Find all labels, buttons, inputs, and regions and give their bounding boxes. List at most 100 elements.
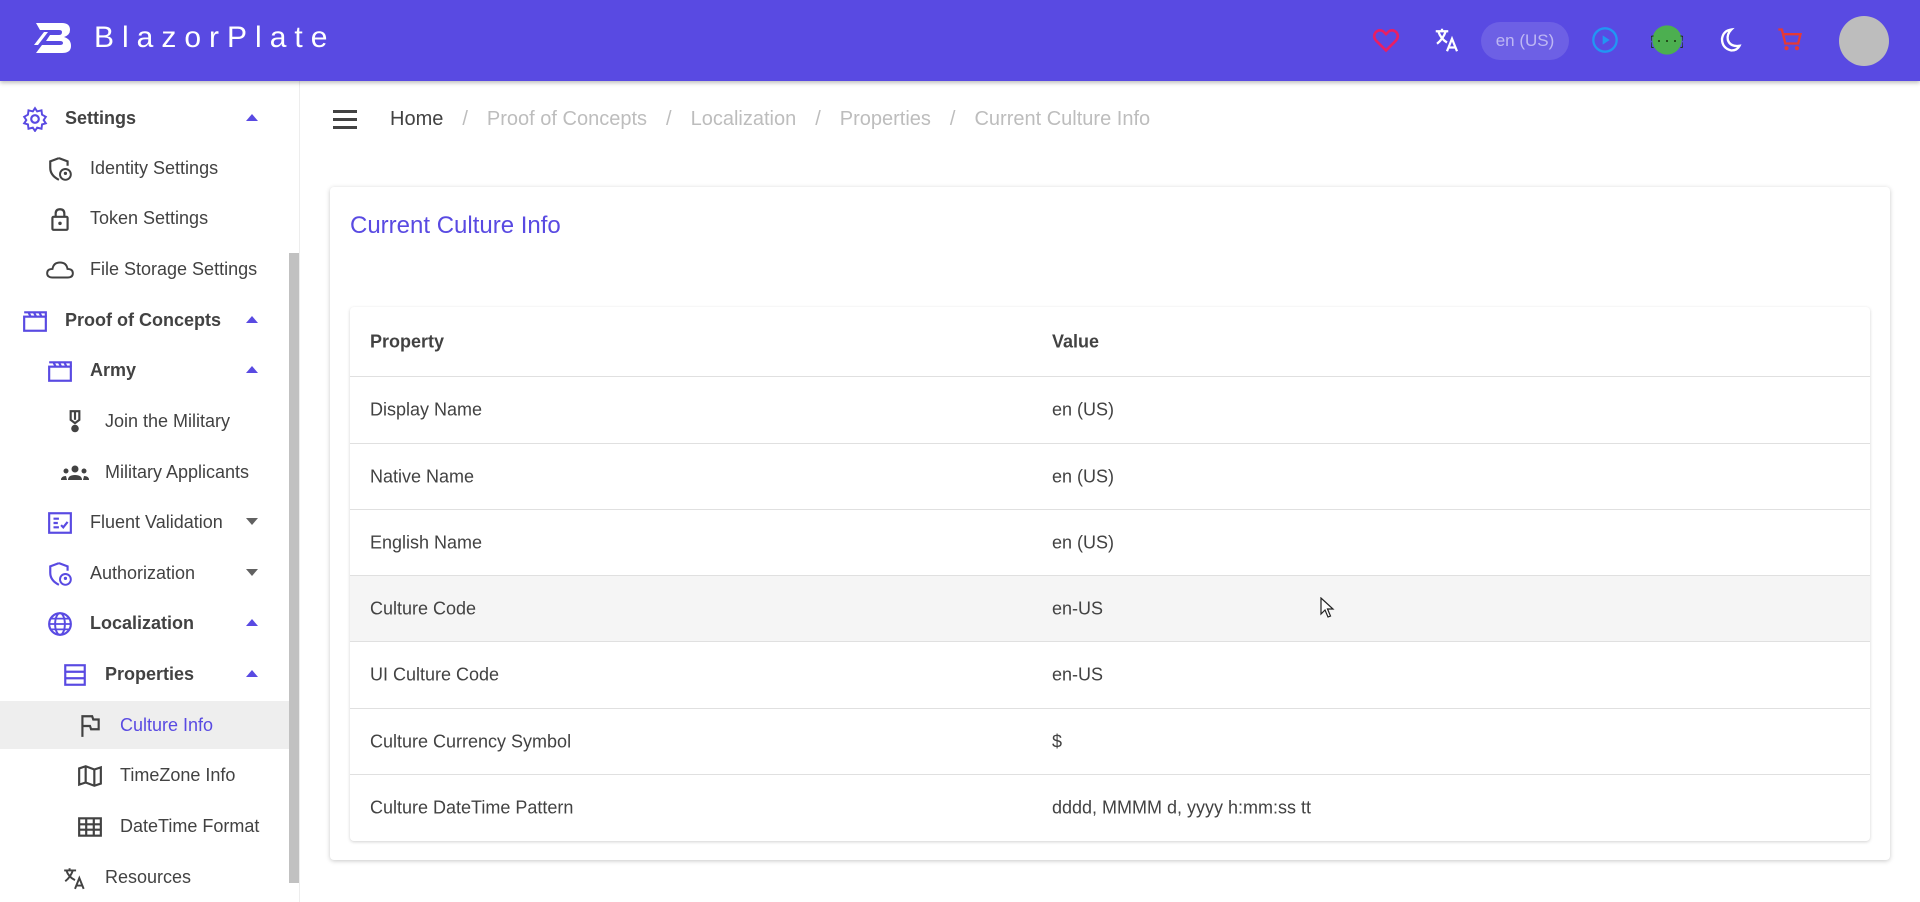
sidebar-scrollbar[interactable]: [289, 253, 299, 883]
breadcrumb-localization: Localization: [690, 108, 797, 130]
property-cell: UI Culture Code: [370, 664, 500, 685]
sidebar-item-authorization[interactable]: Authorization: [0, 549, 289, 597]
chevron-up-icon: [246, 114, 258, 121]
play-icon[interactable]: [1585, 20, 1625, 60]
lock-icon: [51, 208, 69, 231]
table-row[interactable]: English Name en (US): [350, 510, 1870, 576]
sidebar-item-proof-of-concepts[interactable]: Proof of Concepts: [0, 296, 289, 344]
table-header-row: Property Value: [350, 307, 1870, 377]
sidebar-item-label: Authorization: [90, 563, 196, 583]
gear-icon: [22, 106, 48, 132]
sidebar-item-label: Resources: [105, 867, 192, 887]
column-header-property: Property: [370, 331, 445, 351]
sidebar-item-label: Token Settings: [90, 208, 209, 228]
table-row[interactable]: Culture DateTime Pattern dddd, MMMM d, y…: [350, 775, 1870, 841]
culture-chip[interactable]: en (US): [1481, 22, 1569, 60]
sidebar-item-datetime-format[interactable]: DateTime Format: [0, 802, 289, 850]
avatar[interactable]: [1839, 16, 1889, 66]
sidebar: Settings Identity Settings Token Setting…: [0, 81, 300, 902]
culture-info-card: Current Culture Info Property Value Disp…: [330, 187, 1890, 860]
mouse-cursor-icon: [1320, 597, 1335, 618]
sidebar-item-label: Army: [90, 360, 137, 380]
sidebar-item-military-applicants[interactable]: Military Applicants: [0, 448, 289, 496]
table-row[interactable]: Culture Code en-US: [350, 576, 1870, 642]
map-icon: [78, 765, 102, 787]
translate-icon: [64, 868, 85, 890]
groups-icon: [61, 465, 89, 480]
card-title: Current Culture Info: [350, 212, 561, 239]
property-cell: Culture Code: [370, 598, 477, 618]
shield-person-icon: [49, 562, 72, 586]
clapper-icon: [48, 361, 72, 382]
breadcrumb-current: Current Culture Info: [974, 108, 1151, 130]
sidebar-item-settings[interactable]: Settings: [0, 94, 289, 142]
sidebar-item-label: Proof of Concepts: [65, 310, 221, 330]
brand-logo-icon[interactable]: [30, 15, 74, 59]
sidebar-item-label: Identity Settings: [90, 158, 219, 178]
brand-title: BlazorPlate: [94, 21, 336, 54]
culture-info-table: Property Value Display Name en (US) Nati…: [350, 307, 1870, 841]
sidebar-item-label: Fluent Validation: [90, 512, 223, 532]
sidebar-item-label: DateTime Format: [120, 816, 260, 836]
menu-icon[interactable]: [333, 110, 357, 130]
sidebar-item-properties[interactable]: Properties: [0, 650, 289, 698]
chevron-down-icon: [246, 518, 258, 525]
sidebar-item-file-storage-settings[interactable]: File Storage Settings: [0, 245, 289, 293]
app-bar: BlazorPlate en (US) {···}: [0, 0, 1920, 81]
flag-icon: [81, 715, 100, 737]
sidebar-item-resources[interactable]: Resources: [0, 853, 289, 901]
sidebar-item-label: TimeZone Info: [120, 765, 236, 785]
sidebar-item-localization[interactable]: Localization: [0, 599, 289, 647]
table-row[interactable]: Display Name en (US): [350, 377, 1870, 444]
sidebar-item-label: Military Applicants: [105, 462, 250, 482]
api-icon[interactable]: {···}: [1647, 20, 1687, 60]
sidebar-item-token-settings[interactable]: Token Settings: [0, 194, 289, 242]
sidebar-item-label: File Storage Settings: [90, 259, 258, 279]
table-row[interactable]: UI Culture Code en-US: [350, 642, 1870, 709]
translate-icon[interactable]: [1427, 20, 1467, 60]
chevron-down-icon: [246, 569, 258, 576]
sidebar-item-label: Localization: [90, 613, 195, 633]
table-row[interactable]: Culture Currency Symbol $: [350, 709, 1870, 775]
svg-text:{···}: {···}: [1651, 34, 1683, 49]
heart-icon[interactable]: [1366, 20, 1406, 60]
checklist-icon: [48, 512, 72, 534]
sidebar-item-fluent-validation[interactable]: Fluent Validation: [0, 498, 289, 546]
value-cell: en (US): [1052, 399, 1115, 420]
value-cell: en-US: [1052, 664, 1104, 685]
breadcrumb: Home / Proof of Concepts / Localization …: [390, 108, 1150, 131]
shield-person-icon: [49, 157, 72, 181]
clapper-icon: [23, 311, 47, 332]
sidebar-item-army[interactable]: Army: [0, 346, 289, 394]
sidebar-item-label: Join the Military: [105, 411, 231, 431]
sidebar-item-label: Properties: [105, 664, 195, 684]
sidebar-item-culture-info[interactable]: Culture Info: [0, 701, 289, 749]
breadcrumb-home[interactable]: Home: [390, 108, 443, 131]
value-cell: en-US: [1052, 598, 1104, 618]
column-header-value: Value: [1052, 331, 1100, 351]
value-cell: en (US): [1052, 466, 1115, 486]
value-cell: dddd, MMMM d, yyyy h:mm:ss tt: [1052, 797, 1312, 818]
breadcrumb-separator: /: [666, 108, 672, 130]
table-row[interactable]: Native Name en (US): [350, 444, 1870, 510]
sidebar-item-label: Settings: [65, 108, 137, 128]
grid-icon: [78, 817, 102, 837]
breadcrumb-proof-of-concepts: Proof of Concepts: [486, 108, 648, 130]
globe-icon: [48, 612, 72, 636]
value-cell: $: [1052, 731, 1063, 751]
sidebar-item-timezone-info[interactable]: TimeZone Info: [0, 751, 289, 799]
cloud-icon: [46, 261, 74, 279]
sidebar-item-join-the-military[interactable]: Join the Military: [0, 397, 289, 445]
breadcrumb-separator: /: [462, 108, 468, 130]
property-cell: English Name: [370, 532, 483, 552]
cart-icon[interactable]: [1770, 20, 1810, 60]
chevron-up-icon: [246, 670, 258, 677]
property-cell: Native Name: [370, 466, 475, 486]
property-cell: Display Name: [370, 399, 483, 420]
breadcrumb-separator: /: [815, 108, 821, 130]
sidebar-item-label: Culture Info: [120, 715, 214, 735]
dark-mode-icon[interactable]: [1709, 20, 1749, 60]
sidebar-item-identity-settings[interactable]: Identity Settings: [0, 144, 289, 192]
breadcrumb-properties: Properties: [839, 108, 931, 130]
chevron-up-icon: [246, 619, 258, 626]
